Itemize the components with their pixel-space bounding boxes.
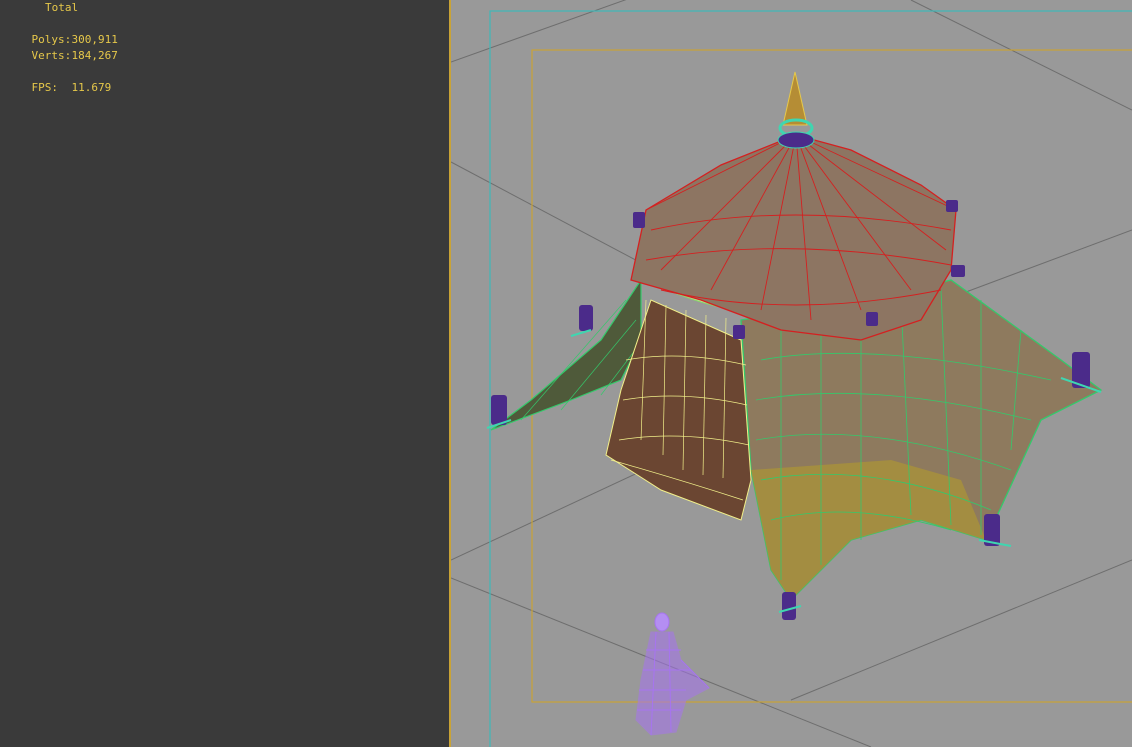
- fps-label: FPS:: [31, 81, 59, 94]
- fps-value: 11.679: [71, 81, 112, 94]
- viewport-scene[interactable]: [451, 0, 1132, 747]
- hud-header: Total: [45, 1, 79, 14]
- spire-base: [777, 131, 815, 149]
- verts-label: Verts:: [31, 49, 72, 62]
- hud-fps-row: FPS: 11.679: [5, 64, 112, 112]
- character-wireframe-icon[interactable]: [635, 612, 710, 736]
- 3d-viewport[interactable]: [451, 0, 1132, 747]
- stats-panel: Total Polys:300,911 Verts:184,267 FPS: 11…: [0, 0, 449, 747]
- tent-spire[interactable]: [782, 71, 808, 126]
- tent-roof[interactable]: [630, 134, 957, 341]
- verts-value: 184,267: [71, 49, 118, 62]
